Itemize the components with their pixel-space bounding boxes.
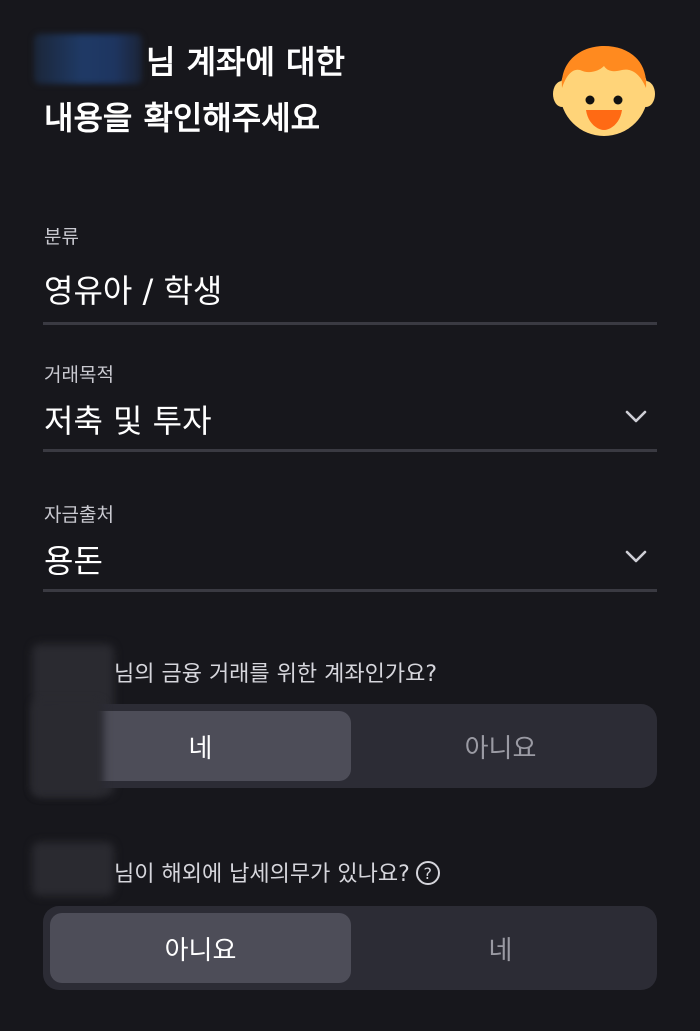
chevron-down-icon[interactable] [624, 409, 648, 425]
user-name-redacted [34, 34, 142, 84]
purpose-value[interactable]: 저축 및 투자 [44, 396, 212, 442]
page-title-line2: 내용을 확인해주세요 [44, 99, 321, 137]
source-label: 자금출처 [44, 504, 114, 526]
source-underline [43, 589, 657, 592]
user-name-redacted-overlay [32, 700, 104, 796]
page-title-line1: 님 계좌에 대한 [146, 43, 345, 81]
overseas-tax-yes-option[interactable]: 네 [351, 913, 650, 983]
category-label: 분류 [44, 226, 79, 248]
own-account-question: 님의 금융 거래를 위한 계좌인가요? [114, 662, 438, 687]
purpose-label: 거래목적 [44, 364, 114, 386]
purpose-underline [43, 449, 657, 452]
child-avatar-icon [553, 46, 655, 136]
overseas-tax-question-text: 님이 해외에 납세의무가 있나요? [114, 862, 410, 887]
chevron-down-icon[interactable] [624, 549, 648, 565]
user-name-redacted [32, 842, 114, 896]
own-account-segmented-control: 네 아니요 [43, 704, 657, 788]
source-value[interactable]: 용돈 [44, 536, 103, 582]
overseas-tax-question: 님이 해외에 납세의무가 있나요?? [114, 856, 440, 888]
own-account-no-option[interactable]: 아니요 [351, 711, 650, 781]
category-underline [43, 322, 657, 325]
overseas-tax-no-option[interactable]: 아니요 [50, 913, 351, 983]
category-value[interactable]: 영유아 / 학생 [44, 266, 222, 312]
overseas-tax-segmented-control: 아니요 네 [43, 906, 657, 990]
help-icon[interactable]: ? [415, 861, 440, 885]
